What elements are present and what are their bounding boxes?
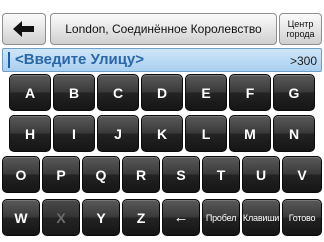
- key-q[interactable]: Q: [82, 156, 120, 193]
- on-screen-keyboard: A B C D E F G H I J K L M N O P Q R S T …: [0, 74, 324, 242]
- key-d[interactable]: D: [141, 74, 183, 111]
- key-s[interactable]: S: [162, 156, 200, 193]
- back-button[interactable]: [2, 13, 46, 45]
- key-y[interactable]: Y: [82, 199, 120, 236]
- done-key[interactable]: Готово: [282, 199, 322, 236]
- city-center-button[interactable]: Центр города: [279, 13, 322, 45]
- space-key[interactable]: Пробел: [202, 199, 240, 236]
- key-o[interactable]: O: [2, 156, 40, 193]
- key-l[interactable]: L: [185, 115, 227, 152]
- key-x-disabled: X: [42, 199, 80, 236]
- location-label: London, Соединённое Королевство: [65, 22, 262, 36]
- key-k[interactable]: K: [141, 115, 183, 152]
- keys-layout-key[interactable]: Клавиши: [242, 199, 280, 236]
- key-c[interactable]: C: [97, 74, 139, 111]
- street-placeholder: <Введите Улицу>: [15, 51, 145, 68]
- text-cursor: [8, 52, 10, 68]
- location-button[interactable]: London, Соединённое Королевство: [50, 13, 277, 45]
- key-u[interactable]: U: [242, 156, 280, 193]
- key-p[interactable]: P: [42, 156, 80, 193]
- key-v[interactable]: V: [282, 156, 322, 193]
- city-center-label-line1: Центр: [287, 19, 314, 29]
- key-r[interactable]: R: [122, 156, 160, 193]
- street-input[interactable]: <Введите Улицу> >300: [2, 48, 322, 72]
- key-g[interactable]: G: [273, 74, 315, 111]
- key-i[interactable]: I: [53, 115, 95, 152]
- key-j[interactable]: J: [97, 115, 139, 152]
- match-count: >300: [289, 54, 317, 68]
- city-center-label-line2: города: [286, 29, 315, 39]
- key-z[interactable]: Z: [122, 199, 160, 236]
- backspace-key[interactable]: ←: [162, 199, 200, 236]
- key-w[interactable]: W: [2, 199, 40, 236]
- key-b[interactable]: B: [53, 74, 95, 111]
- key-f[interactable]: F: [229, 74, 271, 111]
- key-n[interactable]: N: [273, 115, 315, 152]
- key-t[interactable]: T: [202, 156, 240, 193]
- key-h[interactable]: H: [9, 115, 51, 152]
- key-m[interactable]: M: [229, 115, 271, 152]
- key-a[interactable]: A: [9, 74, 51, 111]
- screen: London, Соединённое Королевство Центр го…: [0, 0, 324, 242]
- back-arrow-icon: [13, 21, 35, 37]
- key-e[interactable]: E: [185, 74, 227, 111]
